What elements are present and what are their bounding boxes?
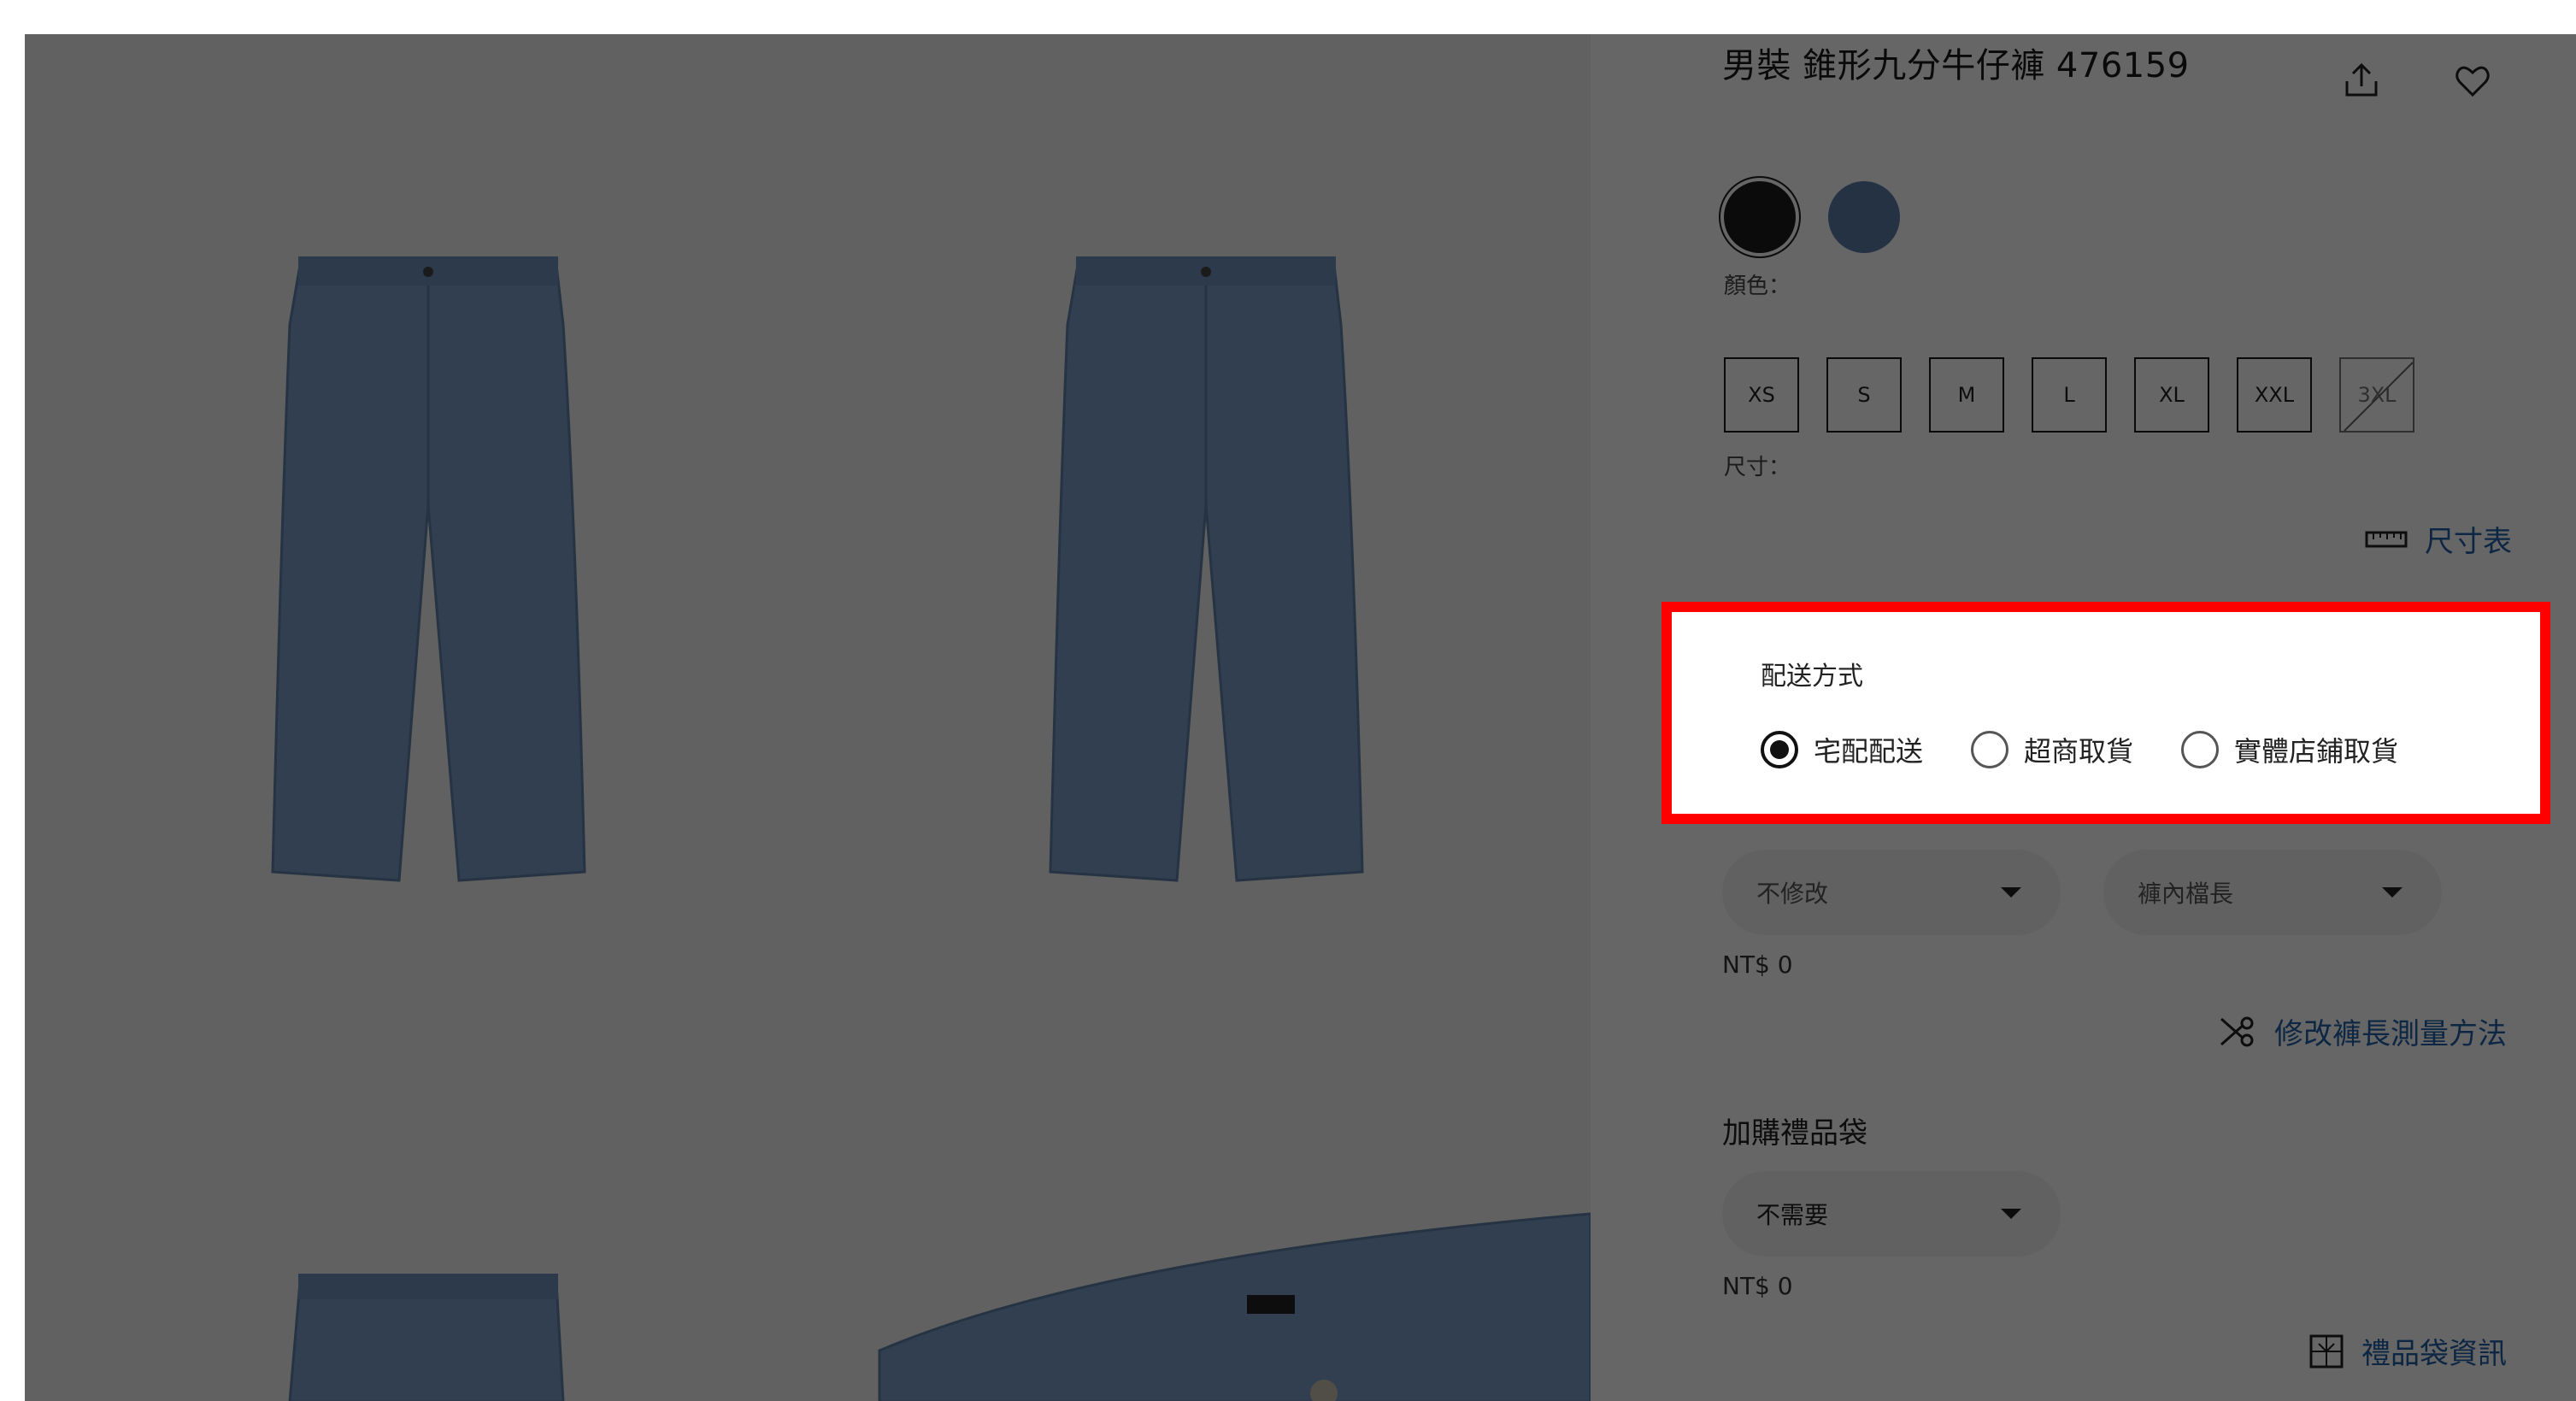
inseam-select[interactable]: 褲內檔長 bbox=[2103, 850, 2442, 935]
color-swatch-blue[interactable] bbox=[1828, 181, 1900, 253]
color-label: 顏色： bbox=[1724, 274, 1791, 299]
product-page: 男裝 錐形九分牛仔褲 476159 顏色： XS S M L XL XXL 3X… bbox=[0, 0, 2576, 1401]
size-option-xl[interactable]: XL bbox=[2134, 357, 2209, 433]
delivery-options: 宅配配送 超商取貨 實體店鋪取貨 bbox=[1761, 730, 2398, 769]
size-chart-label: 尺寸表 bbox=[2425, 525, 2512, 559]
product-title: 男裝 錐形九分牛仔褲 476159 bbox=[1722, 46, 2190, 85]
scissors-icon bbox=[2220, 1016, 2254, 1046]
alteration-guide-label: 修改褲長測量方法 bbox=[2274, 1017, 2507, 1051]
size-selector: XS S M L XL XXL 3XL bbox=[1724, 357, 2414, 433]
size-option-xxl[interactable]: XXL bbox=[2237, 357, 2312, 433]
gift-bag-price: NT$ 0 bbox=[1722, 1272, 1793, 1300]
product-image-rear[interactable] bbox=[238, 1265, 615, 1401]
product-image-front[interactable] bbox=[238, 222, 615, 923]
product-image-detail[interactable] bbox=[845, 1103, 1591, 1401]
delivery-option-home[interactable]: 宅配配送 bbox=[1761, 730, 1923, 769]
inseam-select-value: 褲內檔長 bbox=[2138, 880, 2234, 908]
gift-bag-select-value: 不需要 bbox=[1756, 1201, 1829, 1229]
radio-selected-icon bbox=[1761, 731, 1798, 768]
product-image-gallery bbox=[25, 34, 1591, 1401]
size-option-l[interactable]: L bbox=[2032, 357, 2107, 433]
delivery-option-home-label: 宅配配送 bbox=[1814, 735, 1924, 768]
product-image-back[interactable] bbox=[1016, 222, 1392, 923]
gift-icon bbox=[2309, 1334, 2344, 1368]
delivery-method-panel: 配送方式 宅配配送 超商取貨 實體店鋪取貨 bbox=[1661, 602, 2550, 824]
size-label: 尺寸： bbox=[1724, 455, 1791, 480]
share-icon bbox=[2345, 62, 2378, 97]
ruler-icon bbox=[2365, 531, 2408, 547]
size-option-m[interactable]: M bbox=[1929, 357, 2004, 433]
delivery-option-convenience-store-label: 超商取貨 bbox=[2024, 735, 2134, 768]
radio-unselected-icon bbox=[1971, 731, 2009, 768]
size-option-s[interactable]: S bbox=[1826, 357, 1902, 433]
alteration-select-value: 不修改 bbox=[1756, 880, 1829, 908]
alteration-guide-link[interactable]: 修改褲長測量方法 bbox=[2218, 1010, 2507, 1052]
unavailable-slash-icon bbox=[2344, 362, 2414, 432]
alteration-select[interactable]: 不修改 bbox=[1722, 850, 2061, 935]
size-option-3xl-unavailable[interactable]: 3XL bbox=[2339, 357, 2414, 433]
size-chart-link[interactable]: 尺寸表 bbox=[2365, 518, 2512, 560]
gift-bag-title: 加購禮品袋 bbox=[1722, 1116, 1867, 1151]
caret-down-icon bbox=[2001, 1209, 2021, 1219]
color-swatch-black[interactable] bbox=[1724, 181, 1796, 253]
gift-bag-info-link[interactable]: 禮品袋資訊 bbox=[2308, 1330, 2507, 1372]
caret-down-icon bbox=[2382, 887, 2403, 898]
gift-bag-select[interactable]: 不需要 bbox=[1722, 1171, 2061, 1257]
size-option-xs[interactable]: XS bbox=[1724, 357, 1799, 433]
delivery-option-convenience-store[interactable]: 超商取貨 bbox=[1971, 730, 2133, 769]
gift-bag-info-label: 禮品袋資訊 bbox=[2361, 1337, 2507, 1371]
delivery-method-title: 配送方式 bbox=[1761, 662, 1863, 692]
heart-icon bbox=[2455, 66, 2490, 97]
alteration-price: NT$ 0 bbox=[1722, 951, 1793, 979]
delivery-option-store-pickup-label: 實體店鋪取貨 bbox=[2234, 735, 2399, 768]
radio-unselected-icon bbox=[2181, 731, 2220, 768]
share-button[interactable] bbox=[2334, 53, 2389, 108]
wishlist-button[interactable] bbox=[2445, 53, 2500, 108]
caret-down-icon bbox=[2001, 887, 2021, 898]
delivery-option-store-pickup[interactable]: 實體店鋪取貨 bbox=[2181, 730, 2398, 769]
